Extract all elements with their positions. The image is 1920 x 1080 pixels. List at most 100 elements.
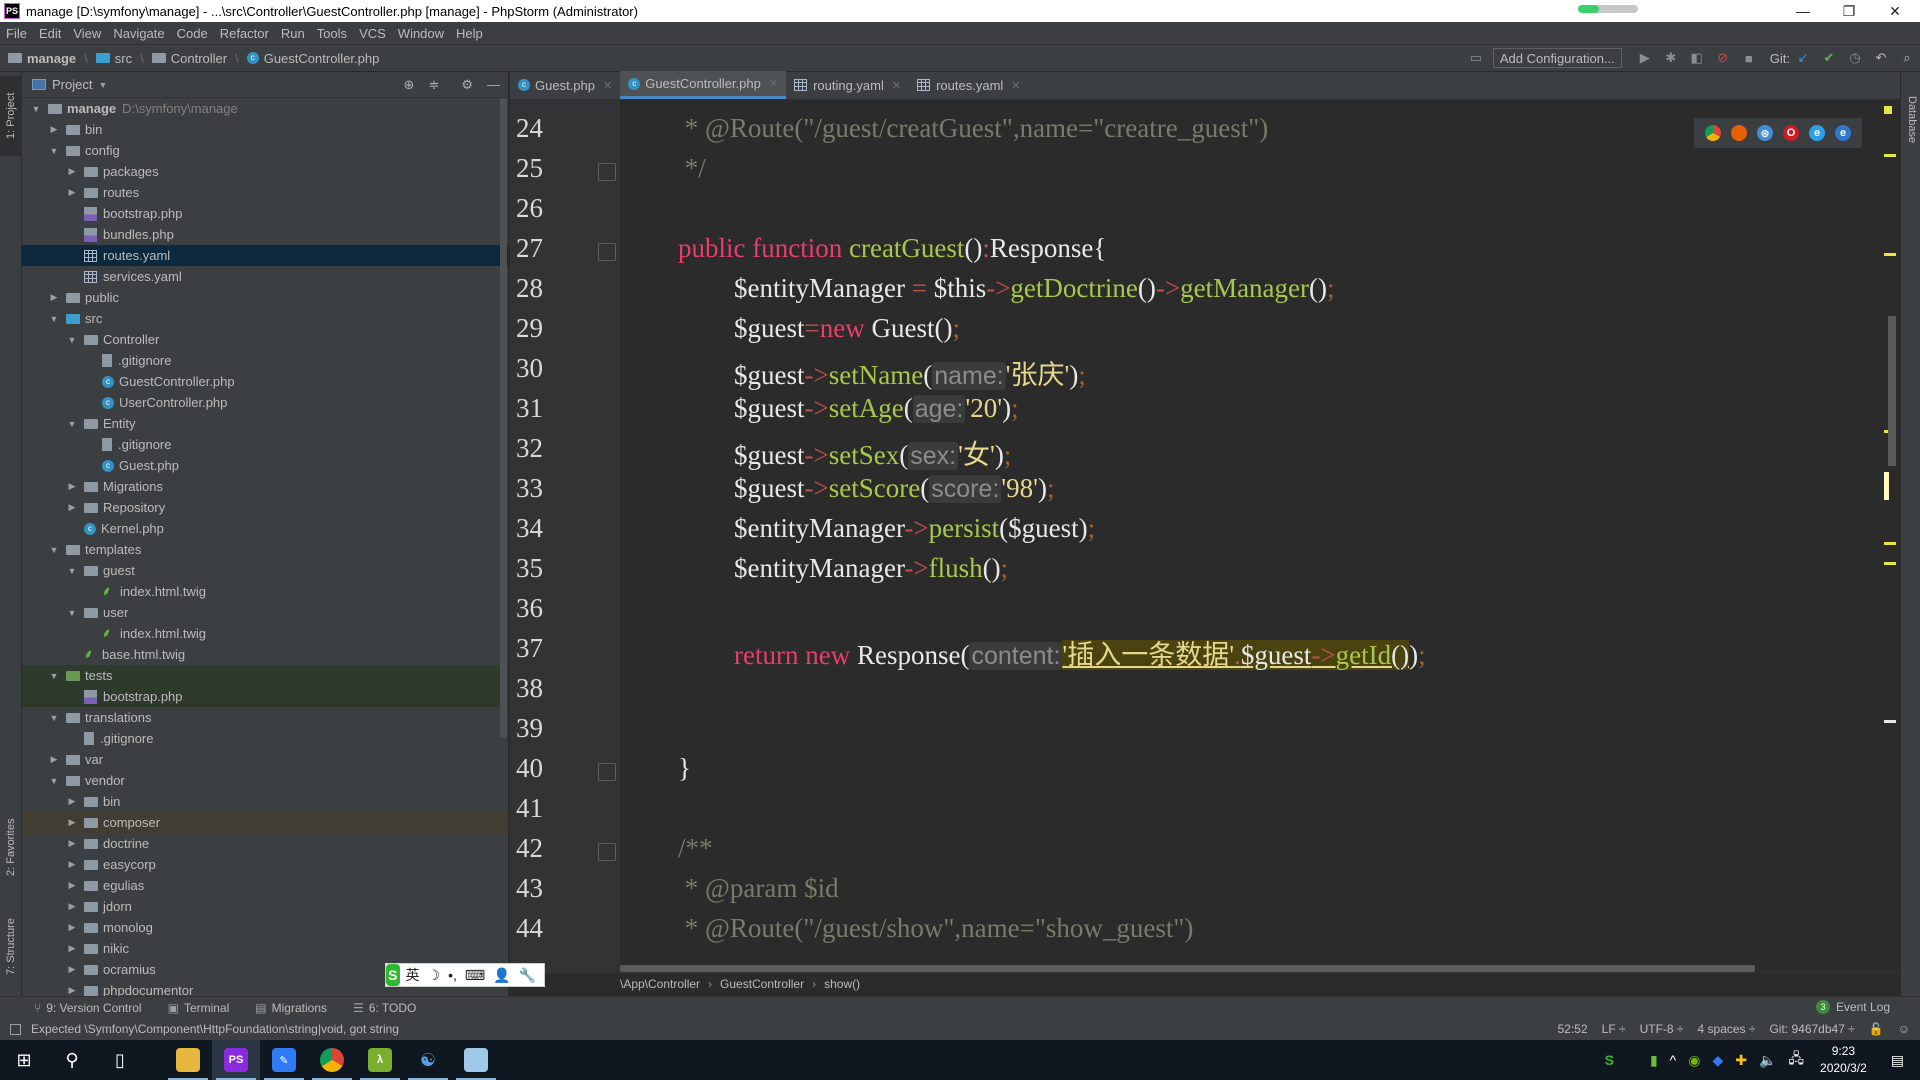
menu-refactor[interactable]: Refactor: [220, 26, 269, 41]
tree-item[interactable]: ▼ tests: [22, 665, 508, 686]
code-line[interactable]: public function creatGuest():Response{: [678, 233, 1106, 264]
warning-marker[interactable]: [1884, 253, 1896, 256]
maximize-button[interactable]: ❐: [1826, 0, 1872, 22]
taskbar-notepad[interactable]: [452, 1040, 500, 1080]
sogou-tray-icon[interactable]: S: [1605, 1052, 1614, 1068]
project-scrollbar[interactable]: [500, 98, 507, 738]
search-icon[interactable]: ⌕: [1898, 49, 1916, 67]
breadcrumb-class[interactable]: GuestController: [720, 977, 804, 991]
expand-arrow-icon[interactable]: ▼: [66, 608, 78, 618]
collapse-arrow-icon[interactable]: ▶: [48, 754, 60, 765]
git-commit-icon[interactable]: ✔: [1820, 49, 1838, 67]
chrome-icon[interactable]: [1705, 125, 1721, 141]
add-configuration-button[interactable]: Add Configuration...: [1492, 48, 1622, 68]
tree-item[interactable]: ▶ monolog: [22, 917, 508, 938]
expand-arrow-icon[interactable]: ▼: [66, 566, 78, 576]
collapse-arrow-icon[interactable]: ▶: [48, 124, 60, 135]
migrations-tab[interactable]: ▤ Migrations: [255, 1001, 327, 1015]
breadcrumb-method[interactable]: show(): [824, 977, 860, 991]
favorites-tool-tab[interactable]: 2: Favorites: [0, 802, 22, 892]
taskbar-feishu[interactable]: ✎: [260, 1040, 308, 1080]
tree-item[interactable]: ▼ Entity: [22, 413, 508, 434]
locate-file-icon[interactable]: ⊕: [404, 77, 415, 93]
tree-item[interactable]: ⸙ index.html.twig: [22, 623, 508, 644]
expand-arrow-icon[interactable]: ▼: [48, 545, 60, 555]
nav-crumb-file[interactable]: c GuestController.php: [246, 51, 379, 66]
collapse-arrow-icon[interactable]: ▶: [66, 817, 78, 828]
search-button[interactable]: ⚲: [48, 1040, 96, 1080]
menu-edit[interactable]: Edit: [39, 26, 61, 41]
clock[interactable]: 9:23 2020/3/2: [1820, 1043, 1867, 1077]
code-line[interactable]: $guest=new Guest();: [734, 313, 960, 344]
code-line[interactable]: return new Response(content:'插入一条数据'.$gu…: [734, 633, 1426, 672]
collapse-arrow-icon[interactable]: ▶: [66, 481, 78, 492]
editor-tab[interactable]: c Guest.php ✕: [510, 71, 620, 99]
tree-item[interactable]: routes.yaml: [22, 245, 508, 266]
tree-item[interactable]: ▶ Repository: [22, 497, 508, 518]
firefox-icon[interactable]: [1731, 125, 1747, 141]
menu-help[interactable]: Help: [456, 26, 483, 41]
horizontal-scrollbar[interactable]: [620, 965, 1755, 972]
tree-item[interactable]: ▶ bin: [22, 791, 508, 812]
tree-item[interactable]: .gitignore: [22, 728, 508, 749]
version-control-tab[interactable]: ⑂ 9: Version Control: [34, 1001, 142, 1015]
code-line[interactable]: */: [678, 153, 706, 184]
tree-item[interactable]: ▼ user: [22, 602, 508, 623]
fold-marker-icon[interactable]: [598, 763, 616, 781]
gear-icon[interactable]: ⚙: [461, 77, 473, 93]
menu-window[interactable]: Window: [398, 26, 444, 41]
tree-item[interactable]: .gitignore: [22, 350, 508, 371]
fold-marker-icon[interactable]: [598, 163, 616, 181]
code-line[interactable]: * @param $id: [678, 873, 839, 904]
analysis-status-icon[interactable]: [1884, 106, 1892, 114]
expand-arrow-icon[interactable]: ▼: [48, 671, 60, 681]
collapse-arrow-icon[interactable]: ▶: [66, 901, 78, 912]
nav-crumb-src[interactable]: src \: [95, 51, 144, 66]
tree-item[interactable]: ▼ src: [22, 308, 508, 329]
expand-arrow-icon[interactable]: ▼: [30, 104, 42, 114]
tree-item[interactable]: ▼ manage D:\symfony\manage: [22, 98, 508, 119]
editor-tab[interactable]: routes.yaml ✕: [909, 71, 1028, 99]
tree-item[interactable]: services.yaml: [22, 266, 508, 287]
expand-arrow-icon[interactable]: ▼: [48, 314, 60, 324]
hide-panel-icon[interactable]: —: [487, 77, 500, 92]
menu-run[interactable]: Run: [281, 26, 305, 41]
tree-item[interactable]: c GuestController.php: [22, 371, 508, 392]
menu-file[interactable]: File: [6, 26, 27, 41]
usb-icon[interactable]: ▮: [1650, 1052, 1658, 1069]
network-icon[interactable]: 🖧: [1788, 1048, 1804, 1072]
warning-marker[interactable]: [1884, 542, 1896, 545]
menu-vcs[interactable]: VCS: [359, 26, 386, 41]
tree-item[interactable]: ▶ nikic: [22, 938, 508, 959]
collapse-arrow-icon[interactable]: ▶: [66, 796, 78, 807]
sogou-logo-icon[interactable]: S: [386, 964, 400, 986]
tree-item[interactable]: ▶ packages: [22, 161, 508, 182]
expand-arrow-icon[interactable]: ▼: [66, 419, 78, 429]
debug-icon[interactable]: ✱: [1662, 49, 1680, 67]
safari-icon[interactable]: ⊛: [1757, 125, 1773, 141]
code-line[interactable]: $entityManager->flush();: [734, 553, 1008, 584]
run-icon[interactable]: ▶: [1636, 49, 1654, 67]
ime-language-toggle[interactable]: 英: [406, 965, 420, 985]
opera-icon[interactable]: O: [1783, 125, 1799, 141]
tree-item[interactable]: ⸙ base.html.twig: [22, 644, 508, 665]
security-icon[interactable]: ✚: [1735, 1052, 1747, 1069]
tree-item[interactable]: bundles.php: [22, 224, 508, 245]
taskbar-chrome[interactable]: [308, 1040, 356, 1080]
collapse-arrow-icon[interactable]: ▶: [66, 859, 78, 870]
stop-icon[interactable]: ■: [1740, 49, 1758, 67]
tree-item[interactable]: c UserController.php: [22, 392, 508, 413]
collapse-arrow-icon[interactable]: ▶: [48, 292, 60, 303]
ime-punctuation-icon[interactable]: •,: [448, 967, 457, 983]
tree-item[interactable]: ▼ templates: [22, 539, 508, 560]
expand-arrow-icon[interactable]: ▼: [48, 776, 60, 786]
tree-item[interactable]: ▶ public: [22, 287, 508, 308]
nvidia-icon[interactable]: ◉: [1688, 1052, 1700, 1069]
tree-item[interactable]: ▶ var: [22, 749, 508, 770]
feishu-tray-icon[interactable]: ◆: [1712, 1052, 1723, 1069]
line-separator[interactable]: LF ÷: [1602, 1022, 1626, 1036]
file-encoding[interactable]: UTF-8 ÷: [1640, 1022, 1684, 1036]
task-view-button[interactable]: ▯: [96, 1040, 144, 1080]
collapse-arrow-icon[interactable]: ▶: [66, 985, 78, 996]
taskbar-lambda-app[interactable]: λ: [356, 1040, 404, 1080]
